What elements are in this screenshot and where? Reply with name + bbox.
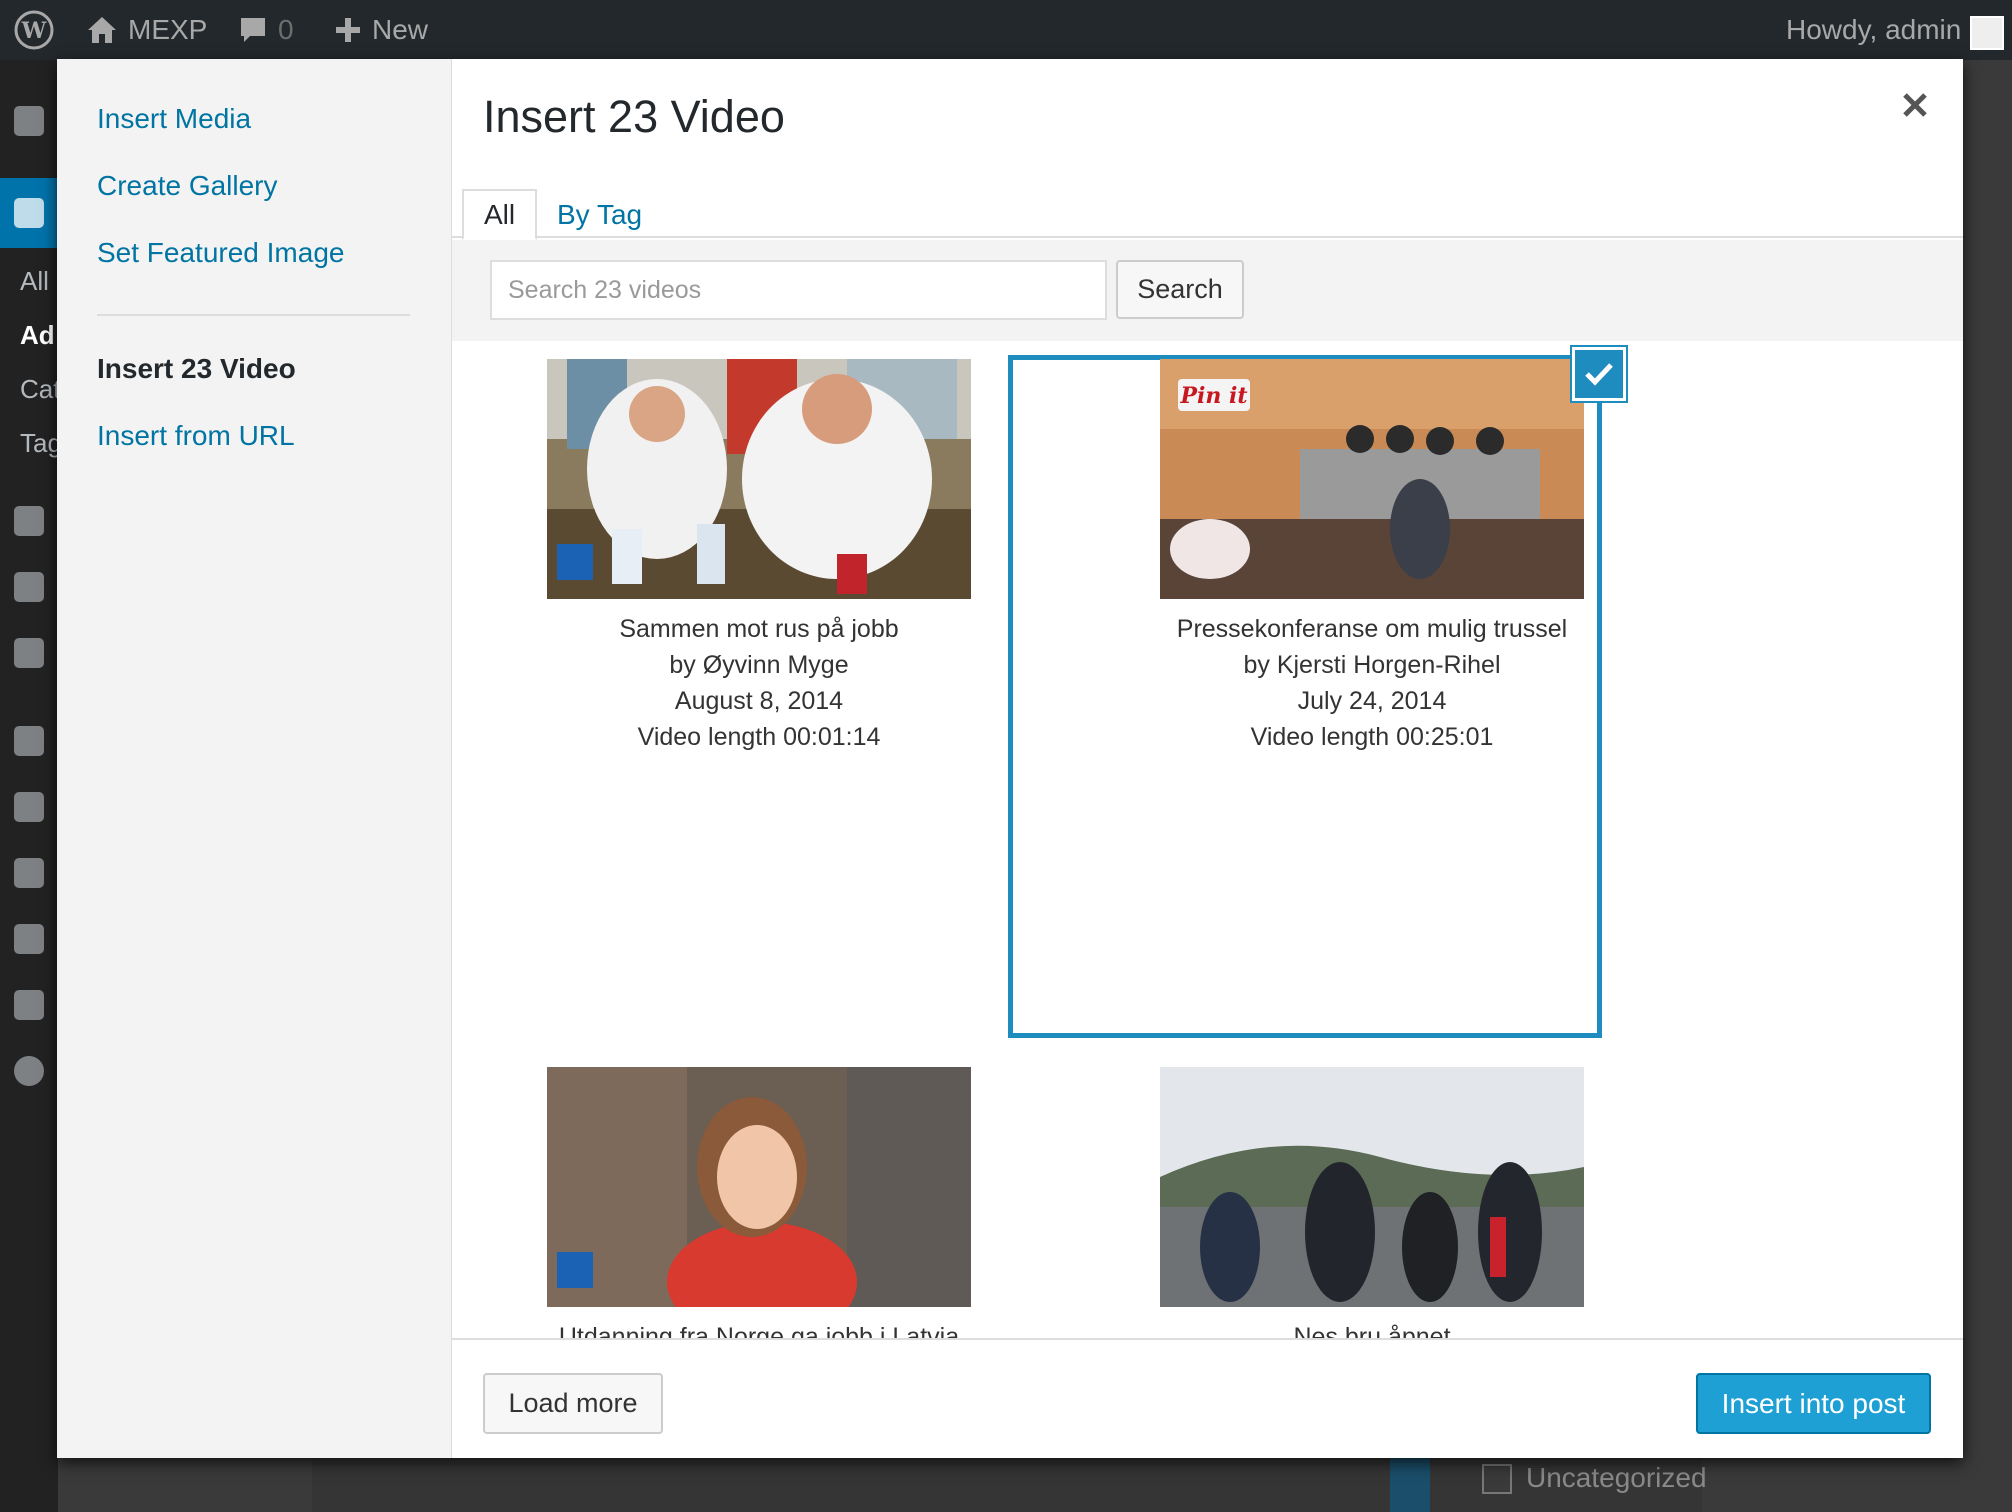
video-meta: Utdanning fra Norge ga jobb i Latvia: [547, 1319, 971, 1339]
menu-sub-tags[interactable]: Tag: [20, 428, 62, 459]
tab-all[interactable]: All: [462, 189, 538, 240]
tools-icon[interactable]: [14, 924, 44, 954]
media-icon[interactable]: [14, 506, 44, 536]
video-length: Video length 00:01:14: [637, 723, 881, 751]
video-author: by Øyvinn Myge: [669, 651, 849, 679]
comments-count: 0: [278, 14, 294, 45]
modal-footer: Load more Insert into post: [452, 1338, 1963, 1458]
video-date: August 8, 2014: [674, 687, 844, 715]
video-item[interactable]: Sammen mot rus på jobb by Øyvinn Myge Au…: [547, 359, 971, 755]
video-title: Nes bru åpnet: [1293, 1323, 1451, 1339]
video-title: Sammen mot rus på jobb: [619, 615, 899, 643]
dashboard-icon[interactable]: [14, 106, 44, 136]
video-thumbnail[interactable]: Pin it: [1160, 359, 1584, 599]
search-button[interactable]: Search: [1116, 260, 1244, 319]
background-scroll: [1390, 1458, 1430, 1512]
video-item[interactable]: Utdanning fra Norge ga jobb i Latvia: [547, 1067, 971, 1339]
new-content-link[interactable]: New: [334, 0, 758, 60]
media-frame: Insert 23 Video All By Tag Search 23 vid…: [452, 59, 1963, 1458]
video-meta: Pressekonferanse om mulig trussel by Kje…: [1160, 611, 1584, 755]
tab-router: All By Tag: [452, 167, 1963, 240]
tab-by-tag[interactable]: By Tag: [537, 189, 662, 240]
menu-sub-all[interactable]: All: [20, 266, 49, 297]
video-thumbnail[interactable]: [547, 1067, 971, 1307]
pin-it-badge[interactable]: Pin it: [1179, 383, 1247, 409]
admin-sidebar: All Ad Cat Tag: [0, 60, 62, 1512]
svg-text:W: W: [21, 18, 47, 44]
settings-icon[interactable]: [14, 990, 44, 1020]
video-grid: Sammen mot rus på jobb by Øyvinn Myge Au…: [452, 341, 1963, 1339]
selected-check-button[interactable]: [1572, 347, 1626, 401]
search-toolbar: Search: [452, 240, 1963, 341]
menu-insert-23-video[interactable]: Insert 23 Video: [97, 353, 296, 385]
insert-into-post-button[interactable]: Insert into post: [1696, 1373, 1931, 1434]
menu-insert-media[interactable]: Insert Media: [97, 103, 251, 135]
media-menu: Insert Media Create Gallery Set Featured…: [57, 59, 452, 1458]
new-label: New: [372, 14, 429, 45]
load-more-button[interactable]: Load more: [483, 1373, 663, 1434]
menu-separator: [97, 314, 410, 316]
greeting-text: Howdy, admin: [1786, 14, 1962, 45]
users-icon[interactable]: [14, 858, 44, 888]
close-icon: [1903, 93, 1927, 117]
avatar[interactable]: [1970, 16, 2004, 50]
comments-menu-icon[interactable]: [14, 638, 44, 668]
home-icon: [88, 17, 116, 43]
modal-title: Insert 23 Video: [483, 91, 785, 142]
checkmark-icon: [1585, 363, 1613, 386]
video-length: Video length 00:25:01: [1250, 723, 1494, 751]
video-title: Pressekonferanse om mulig trussel: [1176, 615, 1568, 643]
plus-icon: [336, 18, 360, 42]
video-date: July 24, 2014: [1297, 687, 1447, 715]
video-item[interactable]: Nes bru åpnet: [1160, 1067, 1584, 1339]
plugins-icon[interactable]: [14, 792, 44, 822]
search-input[interactable]: [490, 260, 1107, 320]
category-checkbox[interactable]: [1482, 1464, 1512, 1494]
video-thumbnail[interactable]: [1160, 1067, 1584, 1307]
admin-bar: W MEXP 0 New Howdy, admin: [0, 0, 2012, 60]
close-button[interactable]: [1895, 85, 1935, 125]
menu-sub-categories[interactable]: Cat: [20, 374, 60, 405]
menu-insert-from-url[interactable]: Insert from URL: [97, 420, 295, 452]
video-thumbnail[interactable]: [547, 359, 971, 599]
media-modal: Insert Media Create Gallery Set Featured…: [57, 59, 1963, 1458]
video-item-selected[interactable]: Pin it Pressekonferanse om mulig trussel…: [1160, 359, 1584, 755]
pages-icon[interactable]: [14, 572, 44, 602]
video-author: by Kjersti Horgen-Rihel: [1243, 651, 1501, 679]
appearance-icon[interactable]: [14, 726, 44, 756]
video-meta: Nes bru åpnet: [1160, 1319, 1584, 1339]
menu-sub-add[interactable]: Ad: [20, 320, 55, 351]
pin-icon[interactable]: [14, 198, 44, 228]
comment-icon: [241, 18, 265, 42]
menu-set-featured-image[interactable]: Set Featured Image: [97, 237, 344, 269]
video-meta: Sammen mot rus på jobb by Øyvinn Myge Au…: [547, 611, 971, 755]
collapse-icon[interactable]: [14, 1056, 44, 1086]
category-label: Uncategorized: [1526, 1462, 1707, 1493]
menu-create-gallery[interactable]: Create Gallery: [97, 170, 278, 202]
video-title: Utdanning fra Norge ga jobb i Latvia: [558, 1323, 960, 1339]
site-name: MEXP: [128, 14, 208, 45]
